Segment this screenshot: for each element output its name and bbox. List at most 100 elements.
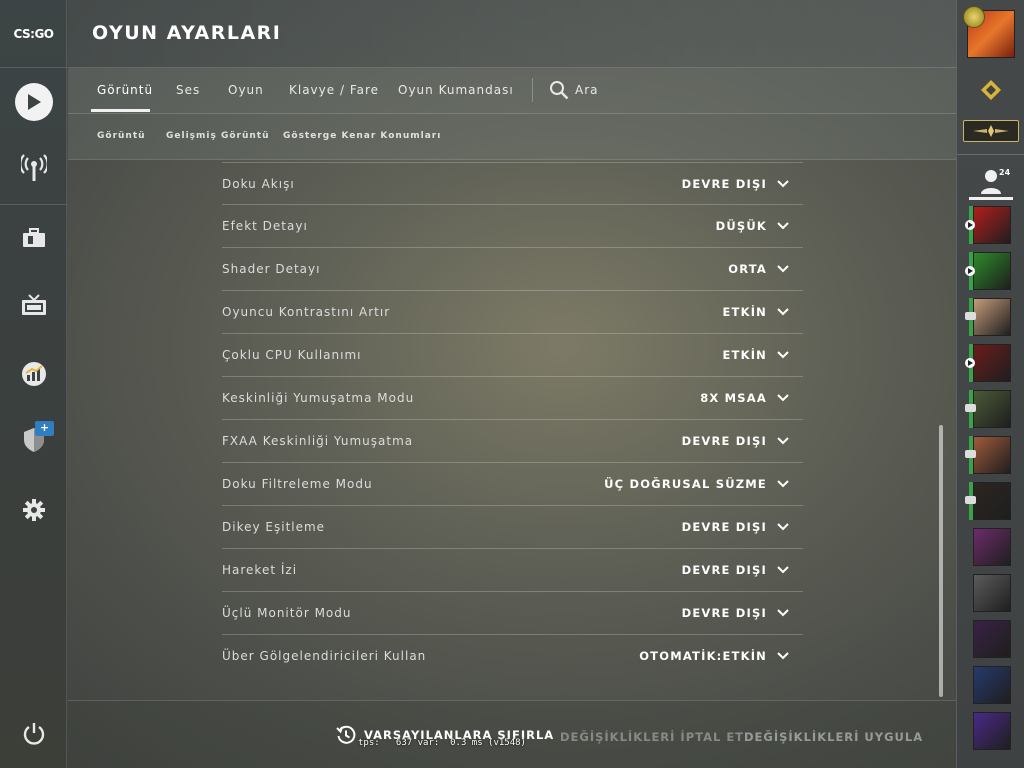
- left-sidebar: CS:GO +: [0, 0, 67, 768]
- setting-label: FXAA Keskinliği Yumuşatma: [222, 434, 414, 448]
- setting-row[interactable]: Doku Akışı DEVRE DIŞI: [222, 162, 803, 205]
- in-game-icon: [965, 266, 975, 276]
- friends-tab-indicator: [969, 197, 1013, 200]
- tab-oyun[interactable]: Oyun: [228, 83, 264, 97]
- setting-label: Keskinliği Yumuşatma Modu: [222, 391, 415, 405]
- chevron-down-icon: [777, 265, 789, 273]
- setting-label: Doku Filtreleme Modu: [222, 477, 373, 491]
- friend-avatar[interactable]: [973, 620, 1011, 658]
- fps-overlay: tps: 637 var: 0.3 ms (v1548): [358, 738, 526, 748]
- setting-value: ETKİN: [722, 348, 767, 362]
- setting-label: Dikey Eşitleme: [222, 520, 326, 534]
- friend-avatar[interactable]: [973, 482, 1011, 520]
- setting-label: Üçlü Monitör Modu: [222, 606, 352, 620]
- idle-icon: [965, 496, 976, 504]
- sub-tabs: Görüntü Gelişmiş Görüntü Gösterge Kenar …: [68, 114, 956, 160]
- search-button[interactable]: Ara: [549, 80, 599, 100]
- friend-avatar[interactable]: [973, 666, 1011, 704]
- competitive-rank-badge[interactable]: [963, 120, 1019, 142]
- play-button[interactable]: [0, 72, 67, 132]
- tv-icon: [21, 294, 46, 315]
- bottom-action-bar: VARSAYILANLARA SIFIRLA DEĞİŞİKLİKLERİ İP…: [68, 700, 956, 768]
- cancel-changes-button[interactable]: DEĞİŞİKLİKLERİ İPTAL ET: [560, 730, 744, 744]
- tab-klavye-fare[interactable]: Klavye / Fare: [289, 83, 379, 97]
- setting-row[interactable]: Hareket İzi DEVRE DIŞI: [222, 549, 803, 592]
- setting-value: ORTA: [728, 262, 767, 276]
- chevron-down-icon: [777, 394, 789, 402]
- subtab-goruntu[interactable]: Görüntü: [97, 131, 146, 141]
- setting-value: DEVRE DIŞI: [681, 563, 767, 577]
- chevron-down-icon: [777, 180, 789, 188]
- new-badge-icon: +: [35, 421, 54, 436]
- setting-label: Doku Akışı: [222, 177, 295, 191]
- right-sidebar: 24: [956, 0, 1024, 768]
- friend-avatar[interactable]: [973, 712, 1011, 750]
- setting-row[interactable]: Doku Filtreleme Modu ÜÇ DOĞRUSAL SÜZME: [222, 463, 803, 506]
- page-title: OYUN AYARLARI: [92, 22, 282, 44]
- inventory-button[interactable]: [0, 208, 67, 268]
- chevron-down-icon: [777, 652, 789, 660]
- search-label: Ara: [575, 83, 599, 97]
- setting-row[interactable]: Efekt Detayı DÜŞÜK: [222, 205, 803, 248]
- friend-avatar[interactable]: [973, 206, 1011, 244]
- tab-goruntu[interactable]: Görüntü: [97, 83, 153, 97]
- history-icon: [336, 725, 356, 744]
- setting-row[interactable]: Über Gölgelendiricileri Kullan OTOMATİK:…: [222, 635, 803, 678]
- settings-button[interactable]: [0, 480, 67, 540]
- subtab-gelismis-goruntu[interactable]: Gelişmiş Görüntü: [166, 131, 270, 141]
- level-coin-icon[interactable]: [979, 78, 1003, 102]
- idle-icon: [965, 404, 976, 412]
- idle-icon: [965, 450, 976, 458]
- setting-row[interactable]: Çoklu CPU Kullanımı ETKİN: [222, 334, 803, 377]
- tab-oyun-kumandasi[interactable]: Oyun Kumandası: [398, 83, 514, 97]
- nav-divider: [0, 204, 67, 205]
- stats-button[interactable]: [0, 344, 67, 404]
- tab-ses[interactable]: Ses: [176, 83, 200, 97]
- friend-avatar[interactable]: [973, 298, 1011, 336]
- broadcast-icon: [20, 154, 47, 181]
- setting-row[interactable]: Keskinliği Yumuşatma Modu 8X MSAA: [222, 377, 803, 420]
- friends-divider: [957, 154, 1024, 155]
- subtab-gosterge-kenar-konumlari[interactable]: Gösterge Kenar Konumları: [283, 131, 441, 141]
- setting-value: DEVRE DIŞI: [681, 520, 767, 534]
- setting-value: 8X MSAA: [700, 391, 767, 405]
- power-button[interactable]: [0, 704, 67, 764]
- in-game-icon: [965, 358, 975, 368]
- broadcast-button[interactable]: [0, 138, 67, 198]
- setting-label: Oyuncu Kontrastını Artır: [222, 305, 391, 319]
- chevron-down-icon: [777, 480, 789, 488]
- setting-label: Hareket İzi: [222, 563, 298, 577]
- gear-icon: [22, 499, 45, 521]
- friend-avatar[interactable]: [973, 390, 1011, 428]
- operation-button[interactable]: [0, 410, 67, 470]
- setting-value: DEVRE DIŞI: [681, 434, 767, 448]
- page-header: OYUN AYARLARI: [68, 0, 956, 68]
- friend-avatar[interactable]: [973, 528, 1011, 566]
- main-tabs: Görüntü Ses Oyun Klavye / Fare Oyun Kuma…: [68, 68, 956, 114]
- settings-list: Doku Akışı DEVRE DIŞI Efekt Detayı DÜŞÜK…: [222, 162, 803, 678]
- setting-label: Shader Detayı: [222, 262, 321, 276]
- friend-avatar[interactable]: [973, 344, 1011, 382]
- friend-avatar[interactable]: [973, 252, 1011, 290]
- setting-row[interactable]: Üçlü Monitör Modu DEVRE DIŞI: [222, 592, 803, 635]
- search-icon: [550, 81, 569, 100]
- csgo-logo[interactable]: CS:GO: [0, 0, 67, 68]
- setting-value: DÜŞÜK: [715, 219, 767, 233]
- setting-label: Efekt Detayı: [222, 219, 308, 233]
- setting-label: Çoklu CPU Kullanımı: [222, 348, 362, 362]
- apply-changes-button[interactable]: DEĞİŞİKLİKLERİ UYGULA: [744, 730, 923, 744]
- setting-row[interactable]: Oyuncu Kontrastını Artır ETKİN: [222, 291, 803, 334]
- setting-value: DEVRE DIŞI: [681, 606, 767, 620]
- setting-row[interactable]: FXAA Keskinliği Yumuşatma DEVRE DIŞI: [222, 420, 803, 463]
- setting-label: Über Gölgelendiricileri Kullan: [222, 649, 427, 663]
- setting-row[interactable]: Dikey Eşitleme DEVRE DIŞI: [222, 506, 803, 549]
- chevron-down-icon: [777, 566, 789, 574]
- play-icon: [14, 83, 53, 121]
- setting-row[interactable]: Shader Detayı ORTA: [222, 248, 803, 291]
- chevron-down-icon: [777, 523, 789, 531]
- friend-avatar[interactable]: [973, 574, 1011, 612]
- friend-avatar[interactable]: [973, 436, 1011, 474]
- watch-button[interactable]: [0, 276, 67, 336]
- scrollbar-thumb[interactable]: [939, 425, 943, 697]
- chevron-down-icon: [777, 437, 789, 445]
